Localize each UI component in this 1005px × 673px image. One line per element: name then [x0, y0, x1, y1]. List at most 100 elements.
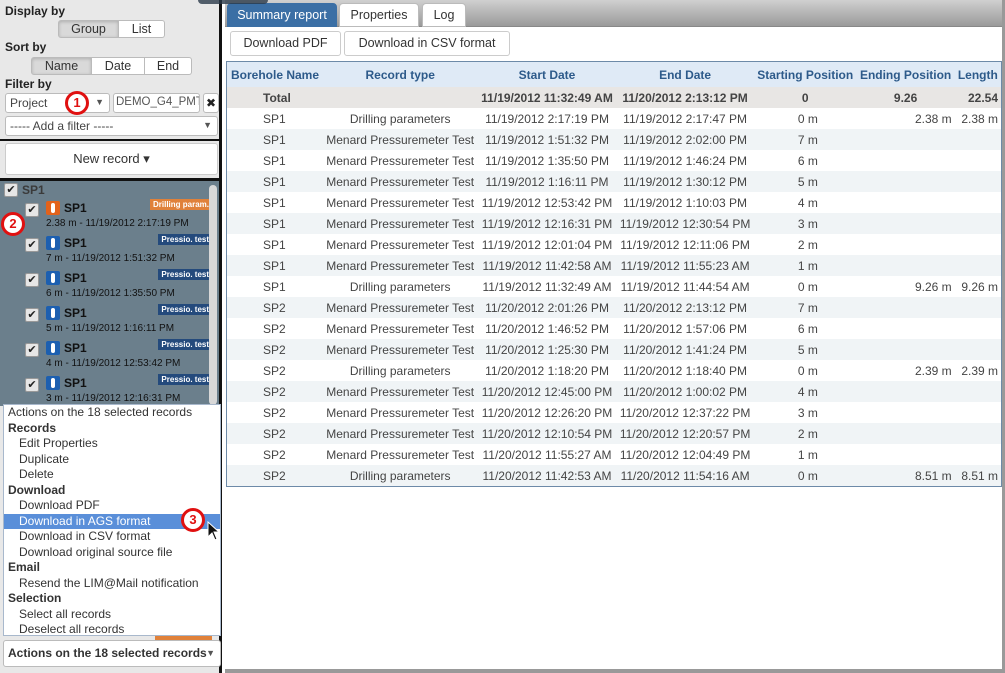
column-header[interactable]: Borehole Name: [227, 62, 323, 87]
record-checkbox[interactable]: ✔: [25, 203, 39, 217]
end-date-cell: 11/19/2012 2:17:47 PM: [616, 108, 754, 129]
filter-value-input[interactable]: DEMO_G4_PMT.: [113, 93, 200, 113]
column-header[interactable]: Ending Position: [856, 62, 955, 87]
sort-end-button[interactable]: End: [145, 57, 192, 75]
display-by-label: Display by: [5, 4, 66, 18]
start-date-cell: 11/19/2012 1:16:11 PM: [477, 171, 617, 192]
borehole-name-cell: SP1: [227, 276, 323, 297]
start-date-cell: 11/20/2012 11:42:53 AM: [477, 465, 617, 486]
drilling-icon: [46, 201, 60, 215]
end-date-cell: 11/19/2012 1:10:03 PM: [616, 192, 754, 213]
column-header[interactable]: End Date: [616, 62, 754, 87]
download-pdf-button[interactable]: Download PDF: [230, 31, 341, 56]
menu-item[interactable]: Resend the LIM@Mail notification: [4, 576, 220, 592]
record-list-scrollbar[interactable]: [209, 185, 217, 405]
record-checkbox[interactable]: ✔: [25, 343, 39, 357]
length-cell: 2.38 m: [954, 108, 1001, 129]
remove-filter-button[interactable]: ✖: [203, 93, 219, 113]
column-header[interactable]: Length: [954, 62, 1001, 87]
table-row[interactable]: SP2 Menard Pressuremeter Test 11/20/2012 1…: [227, 402, 1001, 423]
record-checkbox[interactable]: ✔: [25, 308, 39, 322]
display-group-button[interactable]: Group: [58, 20, 119, 38]
column-header[interactable]: Start Date: [477, 62, 617, 87]
length-cell: [954, 318, 1001, 339]
actions-select[interactable]: Actions on the 18 selected records ▼: [3, 640, 221, 667]
starting-position-cell: 0 m: [753, 108, 857, 129]
record-item[interactable]: ✔ SP1 3 m - 11/19/2012 12:16:31 PM Press…: [0, 374, 212, 406]
table-row[interactable]: SP2 Menard Pressuremeter Test 11/20/2012 2…: [227, 297, 1001, 318]
menu-item[interactable]: Duplicate: [4, 452, 220, 468]
total-end-position: 9.26: [856, 87, 955, 108]
table-row[interactable]: SP2 Menard Pressuremeter Test 11/20/2012 1…: [227, 318, 1001, 339]
menu-item[interactable]: Download original source file: [4, 545, 220, 561]
table-row[interactable]: SP1 Drilling parameters 11/19/2012 11:32:4…: [227, 276, 1001, 297]
record-checkbox[interactable]: ✔: [25, 273, 39, 287]
table-row[interactable]: SP1 Menard Pressuremeter Test 11/19/2012 1…: [227, 234, 1001, 255]
borehole-name-cell: SP2: [227, 465, 323, 486]
table-row[interactable]: SP1 Menard Pressuremeter Test 11/19/2012 1…: [227, 213, 1001, 234]
table-row[interactable]: SP2 Menard Pressuremeter Test 11/20/2012 1…: [227, 381, 1001, 402]
table-row[interactable]: SP1 Menard Pressuremeter Test 11/19/2012 1…: [227, 129, 1001, 150]
record-checkbox[interactable]: ✔: [25, 378, 39, 392]
starting-position-cell: 1 m: [753, 444, 857, 465]
column-header[interactable]: Record type: [322, 62, 478, 87]
download-csv-button[interactable]: Download in CSV format: [344, 31, 510, 56]
table-row[interactable]: SP2 Drilling parameters 11/20/2012 1:18:20…: [227, 360, 1001, 381]
display-list-button[interactable]: List: [119, 20, 165, 38]
table-row[interactable]: SP1 Menard Pressuremeter Test 11/19/2012 1…: [227, 192, 1001, 213]
sort-name-button[interactable]: Name: [31, 57, 92, 75]
menu-item[interactable]: Delete: [4, 467, 220, 483]
record-item[interactable]: ✔ SP1 5 m - 11/19/2012 1:16:11 PM Pressi…: [0, 304, 212, 339]
menu-item[interactable]: Deselect all records: [4, 622, 220, 638]
record-type-cell: Menard Pressuremeter Test: [322, 129, 478, 150]
left-panel: Display by Group List Sort by Name Date …: [0, 0, 222, 673]
table-row[interactable]: SP1 Drilling parameters 11/19/2012 2:17:19…: [227, 108, 1001, 129]
borehole-name-cell: SP2: [227, 402, 323, 423]
table-row[interactable]: SP2 Menard Pressuremeter Test 11/20/2012 1…: [227, 423, 1001, 444]
menu-item[interactable]: Edit Properties: [4, 436, 220, 452]
table-row[interactable]: SP2 Drilling parameters 11/20/2012 11:42:5…: [227, 465, 1001, 486]
record-item[interactable]: ✔ SP1 6 m - 11/19/2012 1:35:50 PM Pressi…: [0, 269, 212, 304]
tab-properties[interactable]: Properties: [339, 3, 419, 27]
record-subtitle: 7 m - 11/19/2012 1:51:32 PM: [46, 253, 175, 264]
tab-bar: Summary report Properties Log: [225, 0, 1005, 27]
column-header[interactable]: Starting Position: [753, 62, 857, 87]
new-record-button[interactable]: New record ▾: [5, 143, 218, 175]
record-checkbox[interactable]: ✔: [25, 238, 39, 252]
tab-summary-report[interactable]: Summary report: [227, 3, 337, 27]
table-row[interactable]: SP2 Menard Pressuremeter Test 11/20/2012 1…: [227, 339, 1001, 360]
end-date-cell: 11/20/2012 12:04:49 PM: [616, 444, 754, 465]
record-type-cell: Menard Pressuremeter Test: [322, 444, 478, 465]
menu-item[interactable]: Select all records: [4, 607, 220, 623]
tab-log[interactable]: Log: [422, 3, 466, 27]
table-row[interactable]: SP1 Menard Pressuremeter Test 11/19/2012 1…: [227, 150, 1001, 171]
table-row[interactable]: SP1 Menard Pressuremeter Test 11/19/2012 1…: [227, 171, 1001, 192]
table-row[interactable]: SP1 Menard Pressuremeter Test 11/19/2012 1…: [227, 255, 1001, 276]
record-item[interactable]: ✔ SP1 2.38 m - 11/19/2012 2:17:19 PM Dri…: [0, 199, 212, 234]
ending-position-cell: [856, 192, 955, 213]
end-date-cell: 11/20/2012 12:37:22 PM: [616, 402, 754, 423]
pressuremeter-icon: [46, 306, 60, 320]
record-item[interactable]: ✔ SP1 7 m - 11/19/2012 1:51:32 PM Pressi…: [0, 234, 212, 269]
callout-2: 2: [1, 212, 25, 236]
starting-position-cell: 7 m: [753, 297, 857, 318]
group-label: SP1: [22, 183, 45, 197]
start-date-cell: 11/20/2012 1:25:30 PM: [477, 339, 617, 360]
borehole-name-cell: SP2: [227, 423, 323, 444]
pressuremeter-icon: [46, 236, 60, 250]
total-start-date: 11/19/2012 11:32:49 AM: [477, 87, 617, 108]
record-type-tag: Pressio. test: [158, 339, 212, 350]
group-checkbox[interactable]: ✔: [4, 183, 18, 197]
menu-item[interactable]: Download in CSV format: [4, 529, 220, 545]
sort-date-button[interactable]: Date: [92, 57, 145, 75]
table-row[interactable]: SP2 Menard Pressuremeter Test 11/20/2012 1…: [227, 444, 1001, 465]
filter-field-select[interactable]: Project ▼: [5, 93, 110, 113]
record-name: SP1: [64, 341, 87, 355]
add-filter-select[interactable]: ----- Add a filter ----- ▼: [5, 116, 218, 136]
length-cell: 8.51 m: [954, 465, 1001, 486]
starting-position-cell: 6 m: [753, 318, 857, 339]
record-name: SP1: [64, 236, 87, 250]
end-date-cell: 11/20/2012 2:13:12 PM: [616, 297, 754, 318]
pressuremeter-icon: [46, 271, 60, 285]
record-item[interactable]: ✔ SP1 4 m - 11/19/2012 12:53:42 PM Press…: [0, 339, 212, 374]
